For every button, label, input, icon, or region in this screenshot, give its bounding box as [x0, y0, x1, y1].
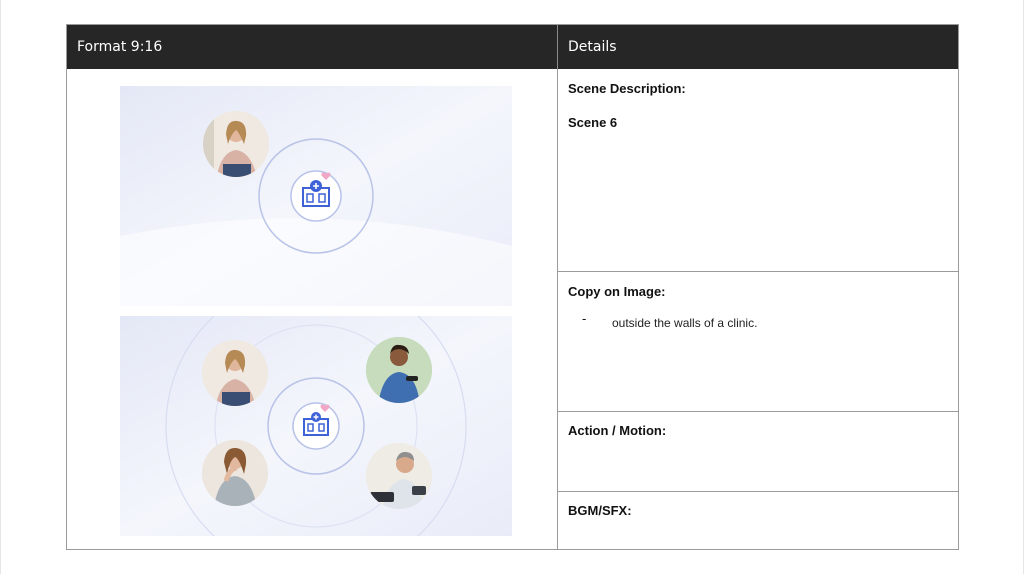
- inner-ring: [292, 402, 340, 450]
- copy-on-image-cell: Copy on Image: - outside the walls of a …: [558, 272, 958, 412]
- format-header: Format 9:16: [67, 25, 557, 69]
- scene-number: Scene 6: [568, 115, 618, 130]
- scene-description-cell: Scene Description: Scene 6: [558, 69, 958, 272]
- scene-description-label: Scene Description:: [568, 81, 686, 96]
- bgm-sfx-label: BGM/SFX:: [568, 503, 632, 518]
- scene-frame-1-illustration: [120, 86, 512, 306]
- inner-ring: [290, 170, 342, 222]
- storyboard-table: Format 9:16 Details Scene Description: S…: [66, 24, 959, 550]
- bgm-sfx-cell: BGM/SFX:: [558, 492, 958, 549]
- scene-frame-2: [120, 316, 512, 536]
- preview-column: [67, 69, 557, 549]
- action-motion-cell: Action / Motion:: [558, 412, 958, 492]
- scene-frame-2-illustration: [120, 316, 512, 536]
- bullet-dash: -: [582, 311, 587, 326]
- details-column: Scene Description: Scene 6 Copy on Image…: [557, 69, 958, 549]
- action-motion-label: Action / Motion:: [568, 423, 667, 438]
- details-header: Details: [557, 25, 958, 69]
- copy-on-image-label: Copy on Image:: [568, 284, 666, 299]
- scene-frame-1: [120, 86, 512, 306]
- copy-text: outside the walls of a clinic.: [612, 316, 758, 330]
